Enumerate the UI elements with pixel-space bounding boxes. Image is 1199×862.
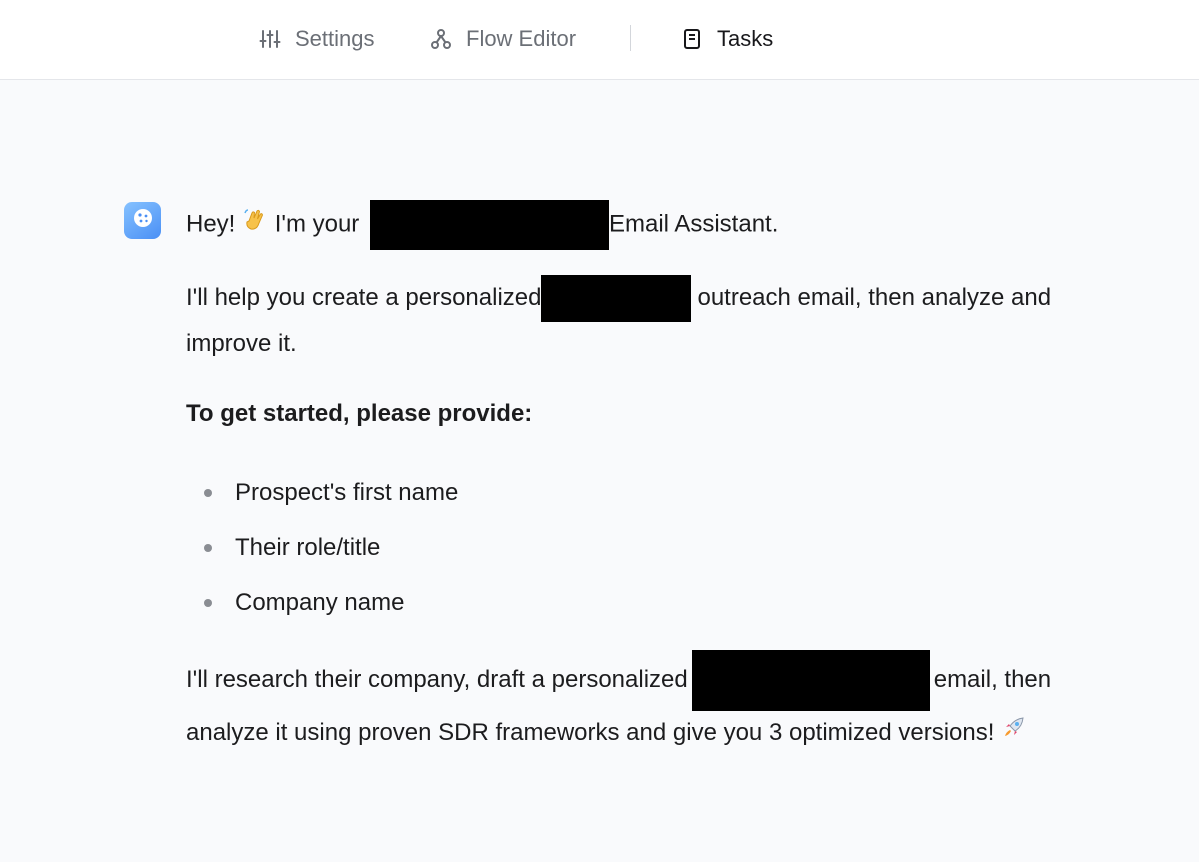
greeting-mid: I'm your <box>274 210 360 238</box>
top-nav: Settings Flow Editor Tasks <box>0 0 1199 80</box>
nav-divider <box>630 25 631 51</box>
list-item-text: Their role/title <box>235 533 381 561</box>
tab-settings[interactable]: Settings <box>259 0 375 78</box>
list-item-text: Company name <box>235 588 405 616</box>
instructions-heading: To get started, please provide: <box>186 400 533 427</box>
greeting-end: Email Assistant. <box>608 210 779 238</box>
greeting-line: Hey! I'm your Email Assistant. <box>186 200 1126 250</box>
bullet-dot <box>204 599 212 607</box>
assistant-avatar <box>124 202 161 239</box>
list-item: Company name <box>200 575 458 630</box>
redacted-block <box>369 200 609 250</box>
rocket-icon <box>1001 712 1027 755</box>
tab-tasks-label: Tasks <box>717 26 774 51</box>
redacted-block <box>691 650 930 711</box>
sliders-icon <box>259 28 281 50</box>
tab-settings-label: Settings <box>295 26 375 51</box>
waving-hand-icon <box>242 204 268 247</box>
greeting-start: Hey! <box>186 210 236 238</box>
tab-flow-editor-label: Flow Editor <box>466 26 577 51</box>
outro-paragraph: I'll research their company, draft a per… <box>186 650 1126 755</box>
cookie-icon <box>132 207 154 234</box>
list-item-text: Prospect's first name <box>235 478 459 506</box>
tab-tasks[interactable]: Tasks <box>681 0 773 78</box>
list-item: Their role/title <box>200 520 458 575</box>
notebook-icon <box>681 28 703 50</box>
flow-nodes-icon <box>430 28 452 50</box>
requirements-list: Prospect's first name Their role/title C… <box>200 465 458 630</box>
bullet-dot <box>204 544 212 552</box>
list-item: Prospect's first name <box>200 465 458 520</box>
bullet-dot <box>204 489 212 497</box>
intro-paragraph: I'll help you create a personalized outre… <box>186 275 1126 365</box>
redacted-block <box>541 275 692 322</box>
outro-start: I'll research their company, draft a per… <box>186 665 688 693</box>
tab-flow-editor[interactable]: Flow Editor <box>430 0 576 78</box>
intro-start: I'll help you create a personalized <box>186 283 542 311</box>
